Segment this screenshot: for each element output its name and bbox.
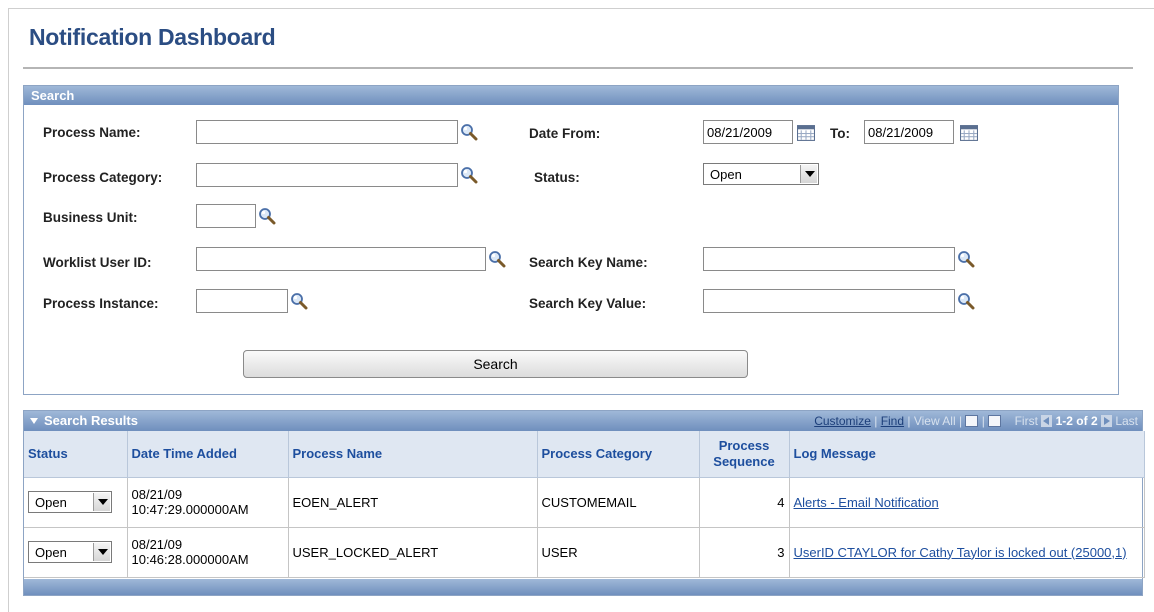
table-row: Open 08/21/09 10:47:29.000000AM EOEN_ALE… [24,477,1145,528]
search-key-value-label: Search Key Value: [529,296,647,311]
time-value: 10:46:28.000000AM [131,552,249,567]
column-header-process-category[interactable]: Process Category [537,431,700,478]
search-results-header: Search Results Customize | Find | View A… [24,411,1142,431]
worklist-user-id-label: Worklist User ID: [43,255,152,270]
previous-arrow-icon[interactable] [1041,415,1053,427]
chevron-down-icon[interactable] [93,543,110,561]
status-label: Status: [534,170,580,185]
page-title: Notification Dashboard [29,24,276,50]
column-header-log-message[interactable]: Log Message [789,431,1145,478]
process-sequence-cell: 4 [699,477,790,528]
customize-link[interactable]: Customize [814,414,871,428]
frame-border-top [8,8,1154,9]
status-cell: Open [24,527,128,578]
download-spreadsheet-icon[interactable] [988,415,1002,427]
row-status-select[interactable]: Open [28,541,112,563]
chevron-down-icon[interactable] [93,493,110,511]
search-key-name-input[interactable] [703,247,955,271]
date-value: 08/21/09 [131,487,183,502]
magnifier-icon[interactable] [460,166,478,184]
search-button[interactable]: Search [243,350,748,378]
magnifier-icon[interactable] [957,292,975,310]
business-unit-input[interactable] [196,204,256,228]
time-value: 10:47:29.000000AM [131,502,249,517]
magnifier-icon[interactable] [460,123,478,141]
table-header-row: Status Date Time Added Process Name Proc… [24,431,1145,478]
find-link[interactable]: Find [881,414,904,428]
calendar-icon[interactable] [960,125,978,141]
row-range: 1-2 of 2 [1055,414,1098,428]
process-category-label: Process Category: [43,170,163,185]
process-name-cell: USER_LOCKED_ALERT [288,527,538,578]
process-category-cell: CUSTOMEMAIL [537,477,700,528]
process-category-cell: USER [537,527,700,578]
status-select[interactable]: Open [703,163,819,185]
table-row: Open 08/21/09 10:46:28.000000AM USER_LOC… [24,527,1145,578]
process-name-input[interactable] [196,120,458,144]
view-all-link[interactable]: View All [914,414,956,428]
search-panel-header: Search [24,86,1118,105]
column-header-date-time-added[interactable]: Date Time Added [127,431,289,478]
log-message-cell: Alerts - Email Notification [789,477,1145,528]
magnifier-icon[interactable] [290,292,308,310]
worklist-user-id-input[interactable] [196,247,486,271]
search-key-name-label: Search Key Name: [529,255,648,270]
collapse-arrow-icon[interactable] [30,418,38,424]
magnifier-icon[interactable] [957,250,975,268]
search-key-value-input[interactable] [703,289,955,313]
process-instance-label: Process Instance: [43,296,159,311]
row-status-select[interactable]: Open [28,491,112,513]
last-link[interactable]: Last [1115,414,1138,428]
chevron-down-icon[interactable] [800,165,817,183]
log-message-link[interactable]: UserID CTAYLOR for Cathy Taylor is locke… [794,545,1127,560]
date-from-input[interactable] [703,120,793,144]
date-value: 08/21/09 [131,537,183,552]
process-name-label: Process Name: [43,125,141,140]
date-time-added-cell: 08/21/09 10:47:29.000000AM [127,477,289,528]
column-header-status[interactable]: Status [24,431,128,478]
process-sequence-cell: 3 [699,527,790,578]
process-instance-input[interactable] [196,289,288,313]
business-unit-label: Business Unit: [43,210,138,225]
date-time-added-cell: 08/21/09 10:46:28.000000AM [127,527,289,578]
date-to-input[interactable] [864,120,954,144]
log-message-link[interactable]: Alerts - Email Notification [794,495,939,510]
grid-toolbar: Customize | Find | View All | | First 1-… [814,414,1138,428]
title-divider [23,67,1133,69]
process-name-cell: EOEN_ALERT [288,477,538,528]
search-results-title: Search Results [44,413,138,428]
row-status-value: Open [35,495,67,510]
search-results-grid: Search Results Customize | Find | View A… [23,410,1145,596]
next-arrow-icon[interactable] [1100,415,1112,427]
magnifier-icon[interactable] [258,207,276,225]
search-panel: Search Process Name: Process Category: B… [23,85,1119,395]
calendar-icon[interactable] [797,125,815,141]
magnifier-icon[interactable] [488,250,506,268]
status-select-value: Open [710,167,742,182]
date-from-label: Date From: [529,126,601,141]
new-window-icon[interactable] [965,415,979,427]
grid-footer-bar [24,579,1142,595]
row-status-value: Open [35,545,67,560]
first-link[interactable]: First [1015,414,1038,428]
results-table: Status Date Time Added Process Name Proc… [24,431,1145,578]
frame-border-left [8,8,9,612]
column-header-process-sequence[interactable]: Process Sequence [699,431,790,478]
column-header-process-name[interactable]: Process Name [288,431,538,478]
status-cell: Open [24,477,128,528]
date-to-label: To: [830,126,850,141]
log-message-cell: UserID CTAYLOR for Cathy Taylor is locke… [789,527,1145,578]
process-category-input[interactable] [196,163,458,187]
